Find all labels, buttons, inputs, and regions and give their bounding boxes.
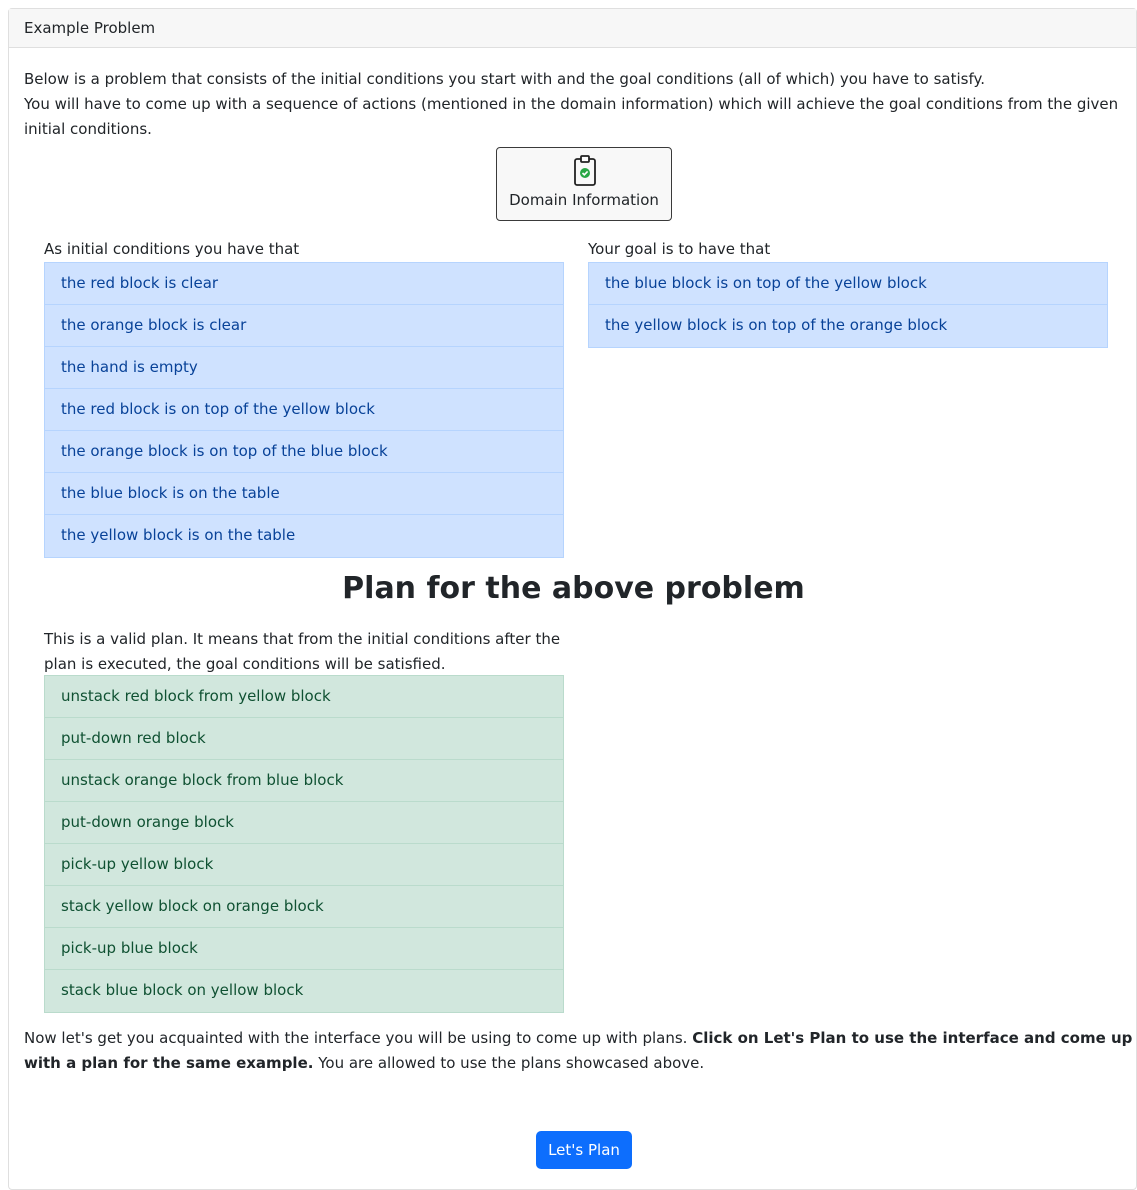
plan-step-item: put-down red block [45,718,563,760]
plan-step-item: pick-up yellow block [45,844,563,886]
initial-condition-item: the red block is clear [45,263,563,305]
initial-condition-item: the orange block is clear [45,305,563,347]
plan-step-item: unstack red block from yellow block [45,676,563,718]
plan-step-item: unstack orange block from blue block [45,760,563,802]
plan-step-item: pick-up blue block [45,928,563,970]
plan-step-item: stack blue block on yellow block [61,981,304,999]
outro-text-before: Now let's get you acquainted with the in… [24,1029,693,1047]
clipboard-check-icon [574,155,596,186]
outro-text: Now let's get you acquainted with the in… [24,1026,1134,1076]
plan-steps-list: unstack red block from yellow block put-d… [44,675,564,1013]
card-header: Example Problem [9,9,1136,48]
initial-condition-item: the hand is empty [45,347,563,389]
outro-text-after: You are allowed to use the plans showcas… [313,1054,705,1072]
goal-conditions-list: the blue block is on top of the yellow b… [588,262,1108,348]
domain-information-label: Domain Information [509,191,659,209]
intro-line-1: Below is a problem that consists of the … [24,70,986,88]
goal-condition-item: the blue block is on top of the yellow b… [589,263,1107,305]
example-problem-card: Example Problem Below is a problem that … [8,8,1137,1190]
initial-conditions-label: As initial conditions you have that [44,240,300,258]
intro-line-2: You will have to come up with a sequence… [24,95,1119,138]
lets-plan-button[interactable]: Let's Plan [536,1131,632,1169]
plan-description: This is a valid plan. It means that from… [44,630,561,673]
plan-step-item: put-down orange block [45,802,563,844]
initial-condition-item: the red block is on top of the yellow bl… [45,389,563,431]
plan-title: Plan for the above problem [342,571,805,606]
initial-conditions-list: the red block is clear the orange block i… [44,262,564,558]
goal-condition-item: the yellow block is on top of the orange… [605,316,948,334]
initial-condition-item: the yellow block is on the table [61,526,296,544]
initial-condition-item: the blue block is on the table [45,473,563,515]
goal-conditions-label: Your goal is to have that [588,240,771,258]
domain-information-button[interactable]: Domain Information [496,147,672,221]
intro-text: Below is a problem that consists of the … [24,67,1124,142]
plan-step-item: stack yellow block on orange block [45,886,563,928]
initial-condition-item: the orange block is on top of the blue b… [45,431,563,473]
